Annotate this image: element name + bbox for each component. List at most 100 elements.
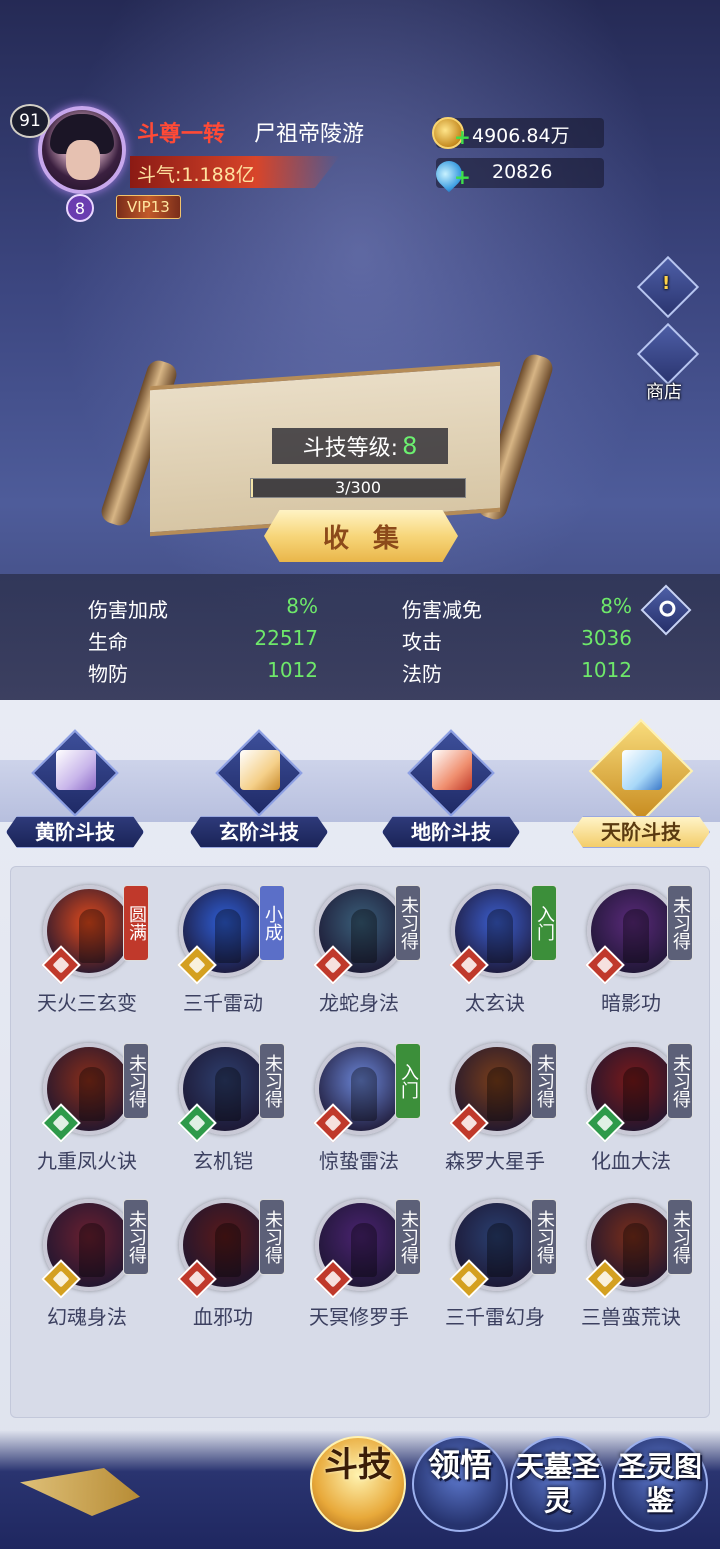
tab-earth-tier[interactable]: 地阶斗技 — [376, 729, 526, 848]
skill-item[interactable]: 小成三千雷动 — [155, 871, 291, 1027]
skill-book-icon — [240, 750, 280, 790]
stat-value-attack: 3036 — [581, 626, 632, 650]
nav-spirit-atlas[interactable]: 圣灵图鉴 — [612, 1436, 708, 1532]
skill-status-tag: 未习得 — [667, 1043, 693, 1119]
skill-item[interactable]: 未习得九重凤火诀 — [19, 1029, 155, 1185]
skill-item[interactable]: 未习得三千雷幻身 — [427, 1185, 563, 1341]
skill-status-tag: 未习得 — [123, 1199, 149, 1275]
skill-name: 玄机铠 — [193, 1149, 253, 1173]
skill-name: 天火三玄变 — [37, 991, 137, 1015]
nav-comprehend[interactable]: 领悟 — [412, 1436, 508, 1532]
stat-value-damage-bonus: 8% — [286, 594, 318, 618]
stat-label-hp: 生命 — [88, 630, 128, 654]
shop-label: 商店 — [646, 382, 682, 403]
nav-label: 圣灵图鉴 — [617, 1450, 702, 1517]
skill-item[interactable]: 入门惊蛰雷法 — [291, 1029, 427, 1185]
skill-name: 龙蛇身法 — [319, 991, 399, 1015]
stat-label-damage-bonus: 伤害加成 — [88, 598, 168, 622]
player-rank: 斗尊一转 — [137, 122, 226, 147]
gold-resource[interactable]: + 4906.84万 — [432, 117, 604, 149]
skill-status-tag: 未习得 — [395, 1199, 421, 1275]
skill-status-tag: 未习得 — [531, 1199, 557, 1275]
tab-heaven-tier[interactable]: 天阶斗技 — [566, 718, 716, 848]
gold-value: 4906.84万 — [472, 125, 570, 147]
stat-value-magic-def: 1012 — [581, 658, 632, 682]
nav-skills[interactable]: 斗技 — [310, 1436, 406, 1532]
skill-item[interactable]: 未习得玄机铠 — [155, 1029, 291, 1185]
tab-label: 黄阶斗技 — [35, 820, 115, 844]
add-crystal-icon[interactable]: + — [454, 167, 471, 187]
skill-status-tag: 未习得 — [395, 885, 421, 961]
skill-name: 森罗大星手 — [445, 1149, 545, 1173]
collect-button[interactable]: 收集 — [264, 510, 458, 562]
stat-label-magic-def: 法防 — [402, 662, 442, 686]
magnify-icon — [659, 600, 676, 617]
skill-item[interactable]: 入门太玄诀 — [427, 871, 563, 1027]
skill-status-tag: 小成 — [259, 885, 285, 961]
stat-value-hp: 22517 — [254, 626, 318, 650]
skill-status-tag: 未习得 — [531, 1043, 557, 1119]
vip-badge[interactable]: VIP13 — [116, 195, 181, 219]
skill-status-tag: 未习得 — [667, 885, 693, 961]
skill-item[interactable]: 未习得三兽蛮荒诀 — [563, 1185, 699, 1341]
info-icon: ! — [662, 273, 671, 294]
skill-item[interactable]: 圆满天火三玄变 — [19, 871, 155, 1027]
skill-name: 九重凤火诀 — [37, 1149, 137, 1173]
skill-status-tag: 入门 — [395, 1043, 421, 1119]
stat-value-damage-reduction: 8% — [600, 594, 632, 618]
skill-status-tag: 未习得 — [123, 1043, 149, 1119]
skill-item[interactable]: 未习得幻魂身法 — [19, 1185, 155, 1341]
skill-item[interactable]: 未习得龙蛇身法 — [291, 871, 427, 1027]
player-power: 斗气:1.188亿 — [137, 164, 255, 186]
skill-name: 化血大法 — [591, 1149, 671, 1173]
tab-label: 天阶斗技 — [601, 820, 681, 844]
skill-name: 暗影功 — [601, 991, 661, 1015]
stat-label-phys-def: 物防 — [88, 662, 128, 686]
skill-level: 斗技等级: 8 — [272, 428, 448, 464]
skill-name: 血邪功 — [193, 1305, 253, 1329]
add-gold-icon[interactable]: + — [454, 127, 471, 147]
nav-label: 领悟 — [427, 1446, 492, 1484]
skill-status-tag: 圆满 — [123, 885, 149, 961]
skill-name: 三兽蛮荒诀 — [581, 1305, 681, 1329]
skill-item[interactable]: 未习得森罗大星手 — [427, 1029, 563, 1185]
tab-yellow-tier[interactable]: 黄阶斗技 — [0, 729, 150, 848]
tab-label: 玄阶斗技 — [219, 820, 299, 844]
avatar — [38, 106, 126, 194]
skill-name: 三千雷动 — [183, 991, 263, 1015]
nav-tomb-spirit[interactable]: 天墓圣灵 — [510, 1436, 606, 1532]
skill-book-icon — [56, 750, 96, 790]
skill-status-tag: 入门 — [531, 885, 557, 961]
skill-name: 幻魂身法 — [47, 1305, 127, 1329]
skill-level-value: 8 — [402, 432, 418, 460]
star-level-badge: 8 — [66, 194, 94, 222]
skill-item[interactable]: 未习得血邪功 — [155, 1185, 291, 1341]
stat-label-damage-reduction: 伤害减免 — [402, 598, 482, 622]
skill-status-tag: 未习得 — [259, 1199, 285, 1275]
stat-value-phys-def: 1012 — [267, 658, 318, 682]
player-level-badge: 91 — [10, 104, 50, 138]
progress-text: 3/300 — [334, 478, 382, 497]
skill-name: 天冥修罗手 — [309, 1305, 409, 1329]
stat-label-attack: 攻击 — [402, 630, 442, 654]
crystal-resource[interactable]: + 20826 — [430, 155, 604, 193]
tab-mystic-tier[interactable]: 玄阶斗技 — [184, 729, 334, 848]
skill-level-label: 斗技等级: — [302, 436, 399, 461]
skill-book-icon — [432, 750, 472, 790]
skill-item[interactable]: 未习得化血大法 — [563, 1029, 699, 1185]
skill-item[interactable]: 未习得天冥修罗手 — [291, 1185, 427, 1341]
collect-progress-bar: 3/300 — [250, 478, 466, 498]
player-name: 尸祖帝陵游 — [254, 122, 365, 147]
skill-name: 惊蛰雷法 — [319, 1149, 399, 1173]
skill-name: 三千雷幻身 — [445, 1305, 545, 1329]
skill-grid: 圆满 天火三玄变 小成 三千雷动 未习得 龙蛇身法 入门 太玄诀 未习得 暗影功 未习得 九重凤火诀未… — [10, 866, 710, 1418]
skill-book-icon — [622, 750, 662, 790]
tab-label: 地阶斗技 — [411, 820, 491, 844]
crystal-value: 20826 — [492, 161, 553, 183]
skill-name: 太玄诀 — [465, 991, 525, 1015]
skill-item[interactable]: 未习得暗影功 — [563, 871, 699, 1027]
nav-label: 天墓圣灵 — [515, 1450, 600, 1517]
skill-status-tag: 未习得 — [259, 1043, 285, 1119]
nav-label: 斗技 — [324, 1445, 392, 1485]
skill-status-tag: 未习得 — [667, 1199, 693, 1275]
